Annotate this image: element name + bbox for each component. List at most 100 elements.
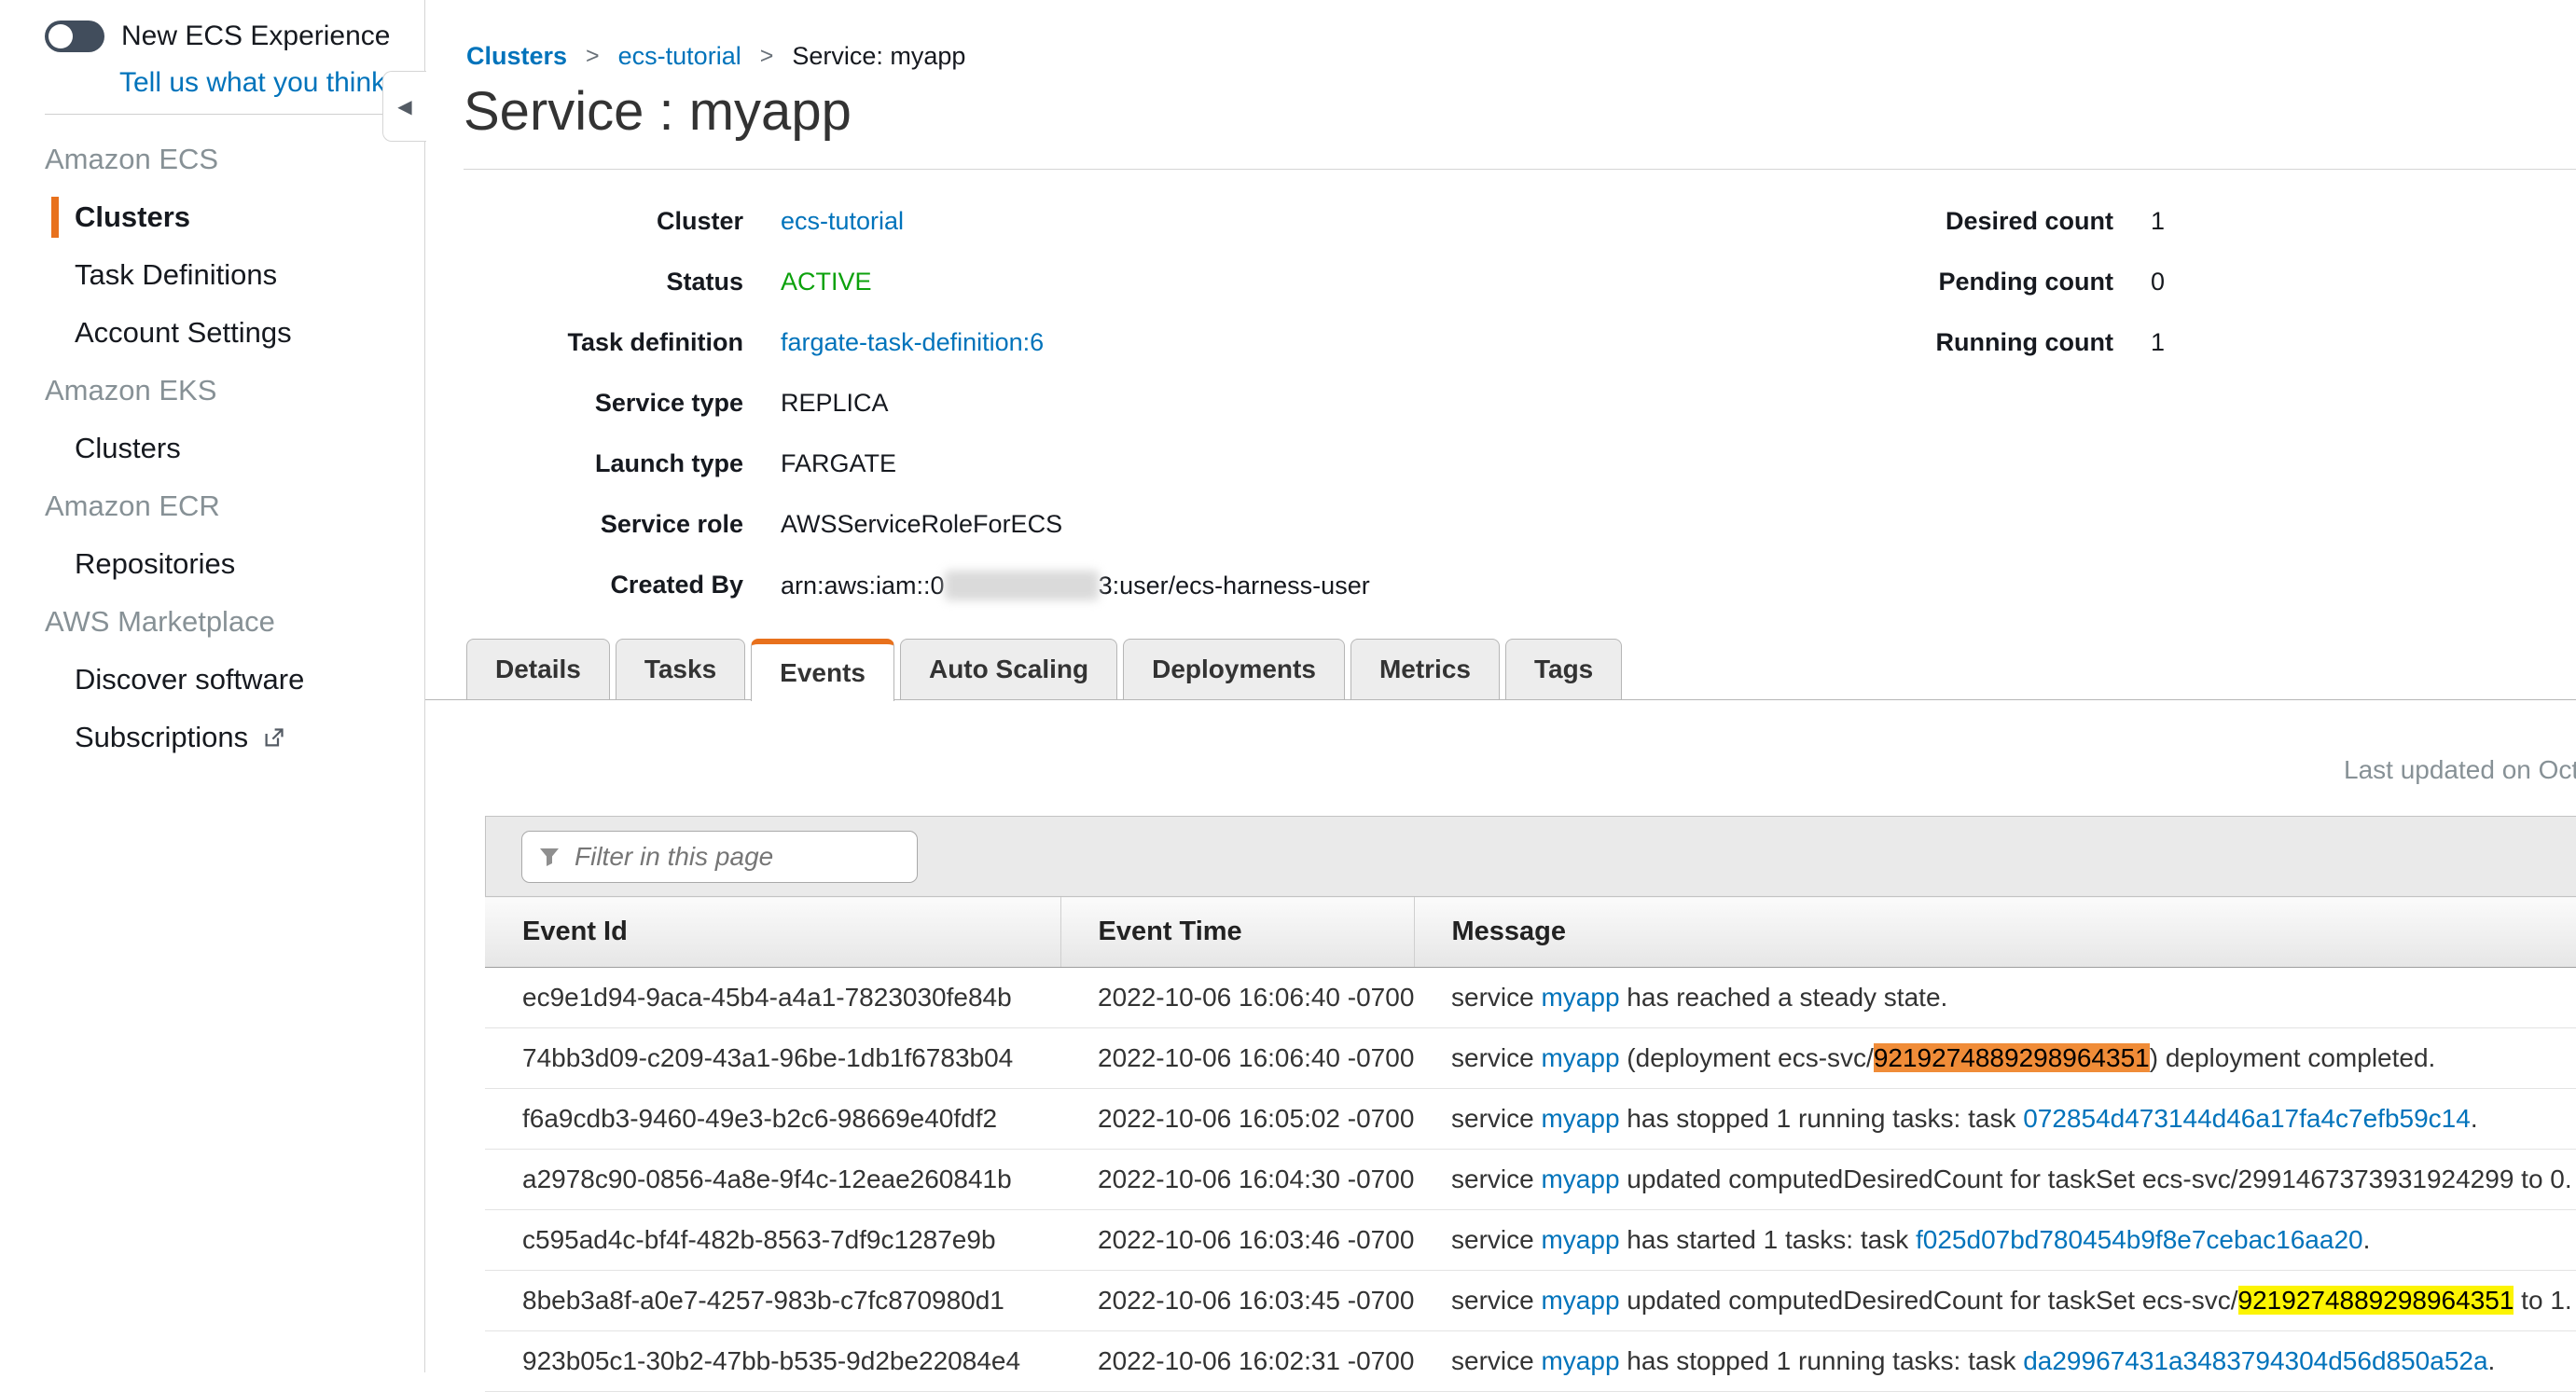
detail-row-service-type: Service type REPLICA (425, 373, 1370, 434)
events-header-row: Event Id Event Time Message (485, 897, 2576, 968)
detail-row-pending-count: Pending count0 (1824, 252, 2165, 312)
sidebar-label: Discover software (75, 663, 304, 696)
detail-label: Created By (425, 571, 743, 600)
event-id-cell: a2978c90-0856-4a8e-9f4c-12eae260841b (485, 1150, 1060, 1210)
message-link[interactable]: myapp (1541, 983, 1619, 1012)
detail-row-running-count: Running count1 (1824, 312, 2165, 373)
breadcrumb-separator: > (760, 43, 774, 70)
tab-tags[interactable]: Tags (1505, 639, 1622, 700)
sidebar-label: Amazon ECS (45, 143, 218, 176)
filter-box (521, 831, 918, 883)
detail-value-desired-count: 1 (2151, 207, 2165, 236)
message-link[interactable]: myapp (1541, 1165, 1619, 1193)
message-link[interactable]: f025d07bd780454b9f8e7cebac16aa20 (1916, 1225, 2363, 1254)
sidebar-label: Account Settings (75, 316, 292, 350)
sidebar-label: Clusters (75, 200, 190, 234)
event-id-cell: f6a9cdb3-9460-49e3-b2c6-98669e40fdf2 (485, 1089, 1060, 1150)
sidebar-label: Clusters (75, 432, 181, 465)
title-divider (464, 169, 2576, 170)
tell-us-what-you-think-link[interactable]: Tell us what you think (119, 67, 385, 99)
message-link[interactable]: myapp (1541, 1346, 1619, 1375)
tab-auto-scaling[interactable]: Auto Scaling (900, 639, 1117, 700)
detail-row-desired-count: Desired count 1 (1824, 191, 2165, 252)
sidebar-nav: Amazon ECS Clusters Task Definitions Accoun… (0, 131, 424, 766)
message-link[interactable]: myapp (1541, 1286, 1619, 1315)
event-time-cell: 2022-10-06 16:03:46 -0700 (1060, 1210, 1414, 1271)
event-row: c595ad4c-bf4f-482b-8563-7df9c1287e9b2022… (485, 1210, 2576, 1271)
event-row: 923b05c1-30b2-47bb-b535-9d2be22084e42022… (485, 1331, 2576, 1392)
detail-value-service-role: AWSServiceRoleForECS (781, 510, 1062, 539)
sidebar-item-clusters[interactable]: Clusters (0, 420, 424, 477)
detail-value-pending-count: 0 (2151, 268, 2165, 296)
detail-label: Service role (425, 510, 743, 539)
event-time-cell: 2022-10-06 16:02:31 -0700 (1060, 1331, 1414, 1392)
event-row: f6a9cdb3-9460-49e3-b2c6-98669e40fdf22022… (485, 1089, 2576, 1150)
tab-deployments[interactable]: Deployments (1123, 639, 1345, 700)
sidebar-label: Repositories (75, 547, 235, 581)
fargate-task-definition-6-link[interactable]: fargate-task-definition:6 (781, 328, 1044, 356)
sidebar-item-clusters[interactable]: Clusters (0, 188, 424, 246)
detail-label: Service type (425, 389, 743, 418)
event-message-cell: service myapp has started 1 tasks: task … (1414, 1210, 2576, 1271)
new-ecs-experience-toggle[interactable] (45, 21, 104, 52)
event-row: a2978c90-0856-4a8e-9f4c-12eae260841b2022… (485, 1150, 2576, 1210)
sidebar-item-account-settings[interactable]: Account Settings (0, 304, 424, 362)
detail-label: Status (425, 268, 743, 296)
events-toolbar (485, 816, 2576, 896)
toggle-knob (48, 24, 73, 48)
detail-label: Launch type (425, 449, 743, 478)
redacted-account-id (945, 571, 1099, 600)
sidebar-label: Subscriptions (75, 721, 248, 754)
column-header-message: Message (1414, 897, 2576, 968)
find-highlight-match: 9219274889298964351 (2238, 1286, 2514, 1315)
event-row: 74bb3d09-c209-43a1-96be-1db1f6783b042022… (485, 1028, 2576, 1089)
detail-row-cluster: Cluster ecs-tutorial (425, 191, 1370, 252)
sidebar-label: Amazon ECR (45, 489, 220, 523)
ecs-tutorial-link[interactable]: ecs-tutorial (781, 207, 904, 235)
message-link[interactable]: da29967431a3483794304d56d850a52a (2023, 1346, 2487, 1375)
event-time-cell: 2022-10-06 16:05:02 -0700 (1060, 1089, 1414, 1150)
detail-row-status: StatusACTIVE (425, 252, 1370, 312)
message-link[interactable]: myapp (1541, 1225, 1619, 1254)
tab-tasks[interactable]: Tasks (616, 639, 745, 700)
sidebar: New ECS Experience Tell us what you thin… (0, 0, 425, 1372)
events-panel: Event Id Event Time Message ec9e1d94-9ac… (485, 816, 2576, 1392)
breadcrumb-service-myapp: Service: myapp (792, 42, 965, 71)
event-id-cell: ec9e1d94-9aca-45b4-a4a1-7823030fe84b (485, 968, 1060, 1028)
detail-value-launch-type: FARGATE (781, 449, 896, 478)
sidebar-item-subscriptions[interactable]: Subscriptions (0, 709, 424, 766)
message-link[interactable]: 072854d473144d46a17fa4c7efb59c14 (2023, 1104, 2471, 1133)
detail-value-task-definition: fargate-task-definition:6 (781, 328, 1044, 357)
detail-row-created-by: Created Byarn:aws:iam::03:user/ecs-harne… (425, 555, 1370, 615)
detail-label: Cluster (425, 207, 743, 236)
sidebar-collapse-button[interactable]: ◀ (382, 71, 426, 142)
sidebar-item-repositories[interactable]: Repositories (0, 535, 424, 593)
detail-value-service-type: REPLICA (781, 389, 889, 418)
last-updated-text: Last updated on Octob (2344, 755, 2576, 785)
event-message-cell: service myapp (deployment ecs-svc/921927… (1414, 1028, 2576, 1089)
event-time-cell: 2022-10-06 16:06:40 -0700 (1060, 968, 1414, 1028)
event-id-cell: 8beb3a8f-a0e7-4257-983b-c7fc870980d1 (485, 1271, 1060, 1331)
breadcrumb-ecs-tutorial[interactable]: ecs-tutorial (618, 42, 741, 71)
tab-details[interactable]: Details (466, 639, 610, 700)
column-header-event-id: Event Id (485, 897, 1060, 968)
message-link[interactable]: myapp (1541, 1104, 1619, 1133)
event-time-cell: 2022-10-06 16:03:45 -0700 (1060, 1271, 1414, 1331)
service-details: Clusterecs-tutorialStatusACTIVETask defi… (425, 191, 1370, 615)
filter-input[interactable] (573, 841, 902, 873)
event-message-cell: service myapp has reached a steady state… (1414, 968, 2576, 1028)
tab-metrics[interactable]: Metrics (1350, 639, 1500, 700)
sidebar-item-discover-software[interactable]: Discover software (0, 651, 424, 709)
event-message-cell: service myapp updated computedDesiredCou… (1414, 1150, 2576, 1210)
sidebar-label: AWS Marketplace (45, 605, 275, 639)
breadcrumb-clusters[interactable]: Clusters (466, 42, 567, 71)
events-table: Event Id Event Time Message ec9e1d94-9ac… (485, 896, 2576, 1392)
tab-events[interactable]: Events (751, 639, 894, 701)
message-link[interactable]: myapp (1541, 1043, 1619, 1072)
sidebar-item-task-definitions[interactable]: Task Definitions (0, 246, 424, 304)
sidebar-section-amazon-eks: Amazon EKS (0, 362, 424, 420)
new-ecs-experience-label: New ECS Experience (121, 21, 390, 52)
detail-label: Running count (1824, 328, 2113, 357)
detail-label: Desired count (1824, 207, 2113, 236)
external-link-icon (261, 725, 286, 751)
